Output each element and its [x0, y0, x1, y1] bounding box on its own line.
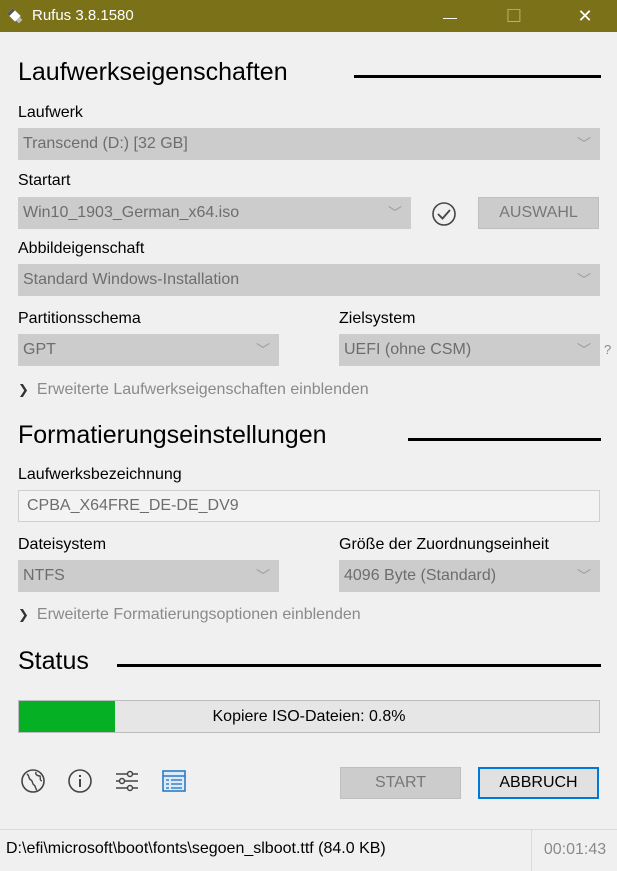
section-divider	[408, 438, 601, 441]
progress-text: Kopiere ISO-Dateien: 0.8%	[212, 708, 406, 725]
image-option-select[interactable]: Standard Windows-Installation ﹀	[18, 264, 600, 296]
format-options-heading: Formatierungseinstellungen	[18, 421, 327, 449]
start-button[interactable]: START	[340, 767, 461, 799]
title-bar: Rufus 3.8.1580 — ☐ ✕	[0, 0, 617, 32]
volume-label-input[interactable]: CPBA_X64FRE_DE-DE_DV9	[18, 490, 600, 522]
target-system-value: UEFI (ohne CSM)	[344, 341, 472, 358]
drive-label: Laufwerk	[18, 104, 83, 121]
chevron-down-icon: ﹀	[577, 342, 591, 358]
chevron-down-icon: ﹀	[388, 205, 402, 221]
advanced-drive-label: Erweiterte Laufwerkseigenschaften einble…	[36, 381, 369, 398]
partition-scheme-select[interactable]: GPT ﹀	[18, 334, 279, 366]
window-title: Rufus 3.8.1580	[32, 7, 134, 24]
usb-drive-icon	[7, 8, 23, 24]
status-heading: Status	[18, 647, 89, 675]
partition-scheme-value: GPT	[23, 341, 56, 358]
filesystem-select[interactable]: NTFS ﹀	[18, 560, 279, 592]
boot-selection-select[interactable]: Win10_1903_German_x64.iso ﹀	[18, 197, 411, 229]
progress-bar: Kopiere ISO-Dateien: 0.8%	[18, 700, 600, 733]
boot-selection-label: Startart	[18, 172, 71, 189]
advanced-format-toggle[interactable]: ❯ Erweiterte Formatierungsoptionen einble…	[18, 606, 361, 624]
info-icon[interactable]	[66, 767, 94, 795]
cluster-size-label: Größe der Zuordnungseinheit	[339, 536, 549, 553]
section-divider	[117, 664, 601, 667]
chevron-down-icon: ﹀	[577, 568, 591, 584]
close-button[interactable]: ✕	[562, 0, 608, 32]
drive-select[interactable]: Transcend (D:) [32 GB] ﹀	[18, 128, 600, 160]
status-bar: D:\efi\microsoft\boot\fonts\segoen_slboo…	[0, 829, 617, 871]
maximize-button[interactable]: ☐	[491, 0, 537, 32]
partition-scheme-label: Partitionsschema	[18, 310, 141, 327]
drive-properties-heading: Laufwerkseigenschaften	[18, 58, 288, 86]
advanced-drive-toggle[interactable]: ❯ Erweiterte Laufwerkseigenschaften einbl…	[18, 381, 369, 399]
filesystem-label: Dateisystem	[18, 536, 107, 553]
minimize-icon: —	[443, 9, 457, 25]
cluster-size-value: 4096 Byte (Standard)	[344, 567, 497, 584]
volume-label-label: Laufwerksbezeichnung	[18, 466, 182, 483]
chevron-down-icon: ﹀	[577, 136, 591, 152]
boot-selection-value: Win10_1903_German_x64.iso	[23, 204, 240, 221]
globe-icon[interactable]	[19, 767, 47, 795]
chevron-down-icon: ﹀	[256, 342, 270, 358]
chevron-down-icon: ❯	[18, 607, 29, 622]
help-icon[interactable]: ?	[604, 342, 611, 357]
image-option-label: Abbildeigenschaft	[18, 240, 145, 257]
drive-value: Transcend (D:) [32 GB]	[23, 135, 188, 152]
cancel-button[interactable]: ABBRUCH	[478, 767, 599, 799]
image-option-value: Standard Windows-Installation	[23, 271, 240, 288]
elapsed-time: 00:01:43	[531, 830, 617, 871]
target-system-select[interactable]: UEFI (ohne CSM) ﹀	[339, 334, 600, 366]
chevron-down-icon: ﹀	[577, 272, 591, 288]
maximize-icon: ☐	[505, 6, 523, 26]
target-system-label: Zielsystem	[339, 310, 416, 327]
minimize-button[interactable]: —	[427, 0, 473, 32]
settings-sliders-icon[interactable]	[113, 767, 141, 795]
select-button[interactable]: AUSWAHL	[478, 197, 599, 229]
log-icon[interactable]	[160, 767, 188, 795]
section-divider	[354, 75, 601, 78]
close-icon: ✕	[577, 6, 593, 26]
filesystem-value: NTFS	[23, 567, 65, 584]
check-circle-icon[interactable]	[431, 201, 457, 227]
current-file-path: D:\efi\microsoft\boot\fonts\segoen_slboo…	[6, 840, 386, 857]
advanced-format-label: Erweiterte Formatierungsoptionen einblen…	[36, 606, 361, 623]
cluster-size-select[interactable]: 4096 Byte (Standard) ﹀	[339, 560, 600, 592]
chevron-down-icon: ❯	[18, 382, 29, 397]
chevron-down-icon: ﹀	[256, 568, 270, 584]
